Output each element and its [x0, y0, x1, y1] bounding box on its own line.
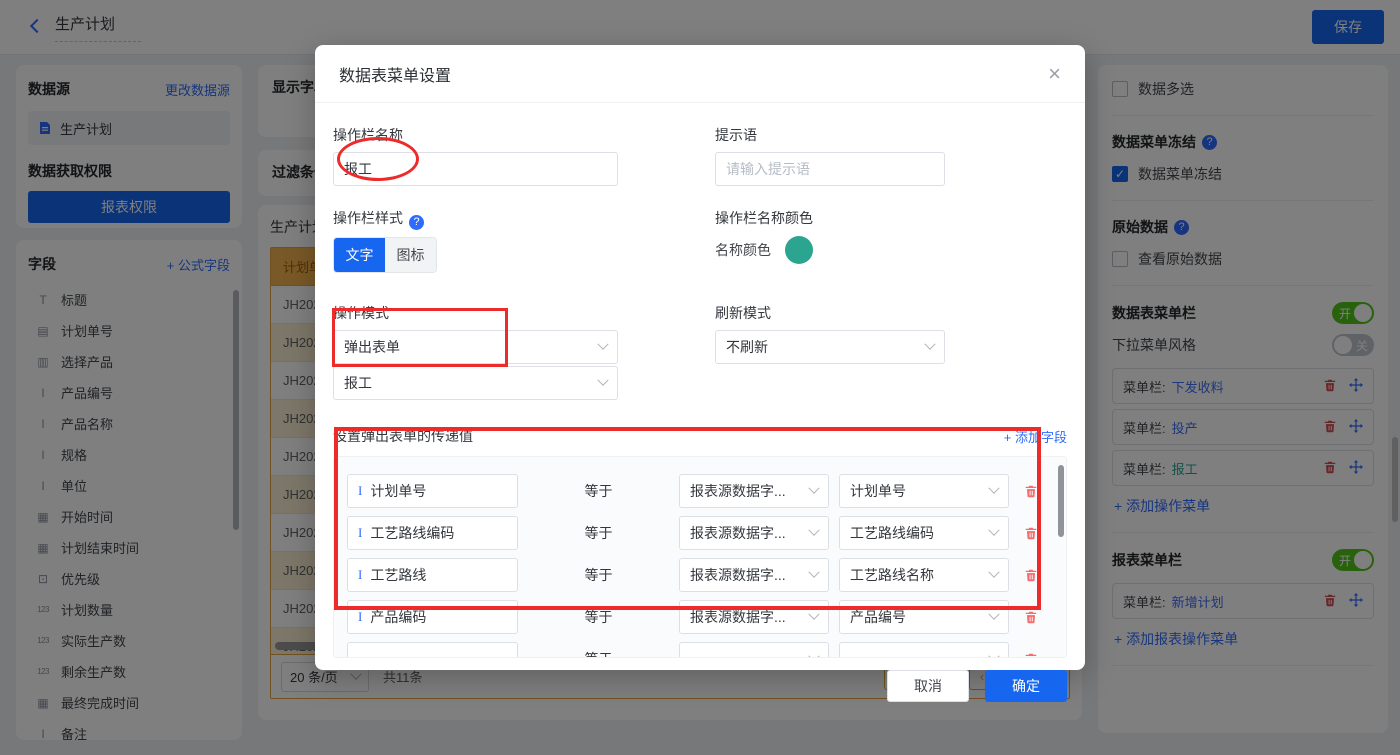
style-segmented-control: 文字 图标 [333, 237, 437, 273]
operator-label: 等于 [584, 483, 613, 499]
operator-label: 等于 [518, 649, 679, 657]
transfer-row: I 工艺路线编码 等于 报表源数据字... 工艺路线编码 [347, 512, 1066, 554]
close-icon[interactable]: × [1048, 62, 1061, 85]
color-name-label: 名称颜色 [715, 242, 771, 258]
cancel-button[interactable]: 取消 [887, 670, 969, 702]
chevron-down-icon [988, 608, 1000, 620]
transfer-source-select[interactable]: 报表源数据字... [679, 558, 829, 592]
action-name-input[interactable] [333, 152, 618, 186]
delete-row-icon[interactable] [1024, 568, 1038, 582]
mode-label: 操作模式 [333, 305, 389, 321]
transfer-source-select[interactable]: 报表源数据字... [679, 474, 829, 508]
transfer-field-name: 工艺路线编码 [370, 525, 455, 541]
transfer-source-select[interactable]: 报表源数据字... [679, 600, 829, 634]
transfer-scrollbar[interactable] [1058, 465, 1064, 537]
delete-row-icon[interactable] [1024, 526, 1038, 540]
delete-row-icon[interactable] [1024, 610, 1038, 624]
add-field-link[interactable]: + 添加字段 [1004, 427, 1067, 446]
delete-row-icon[interactable] [1024, 652, 1038, 657]
chevron-down-icon [597, 374, 609, 386]
transfer-field-name: 工艺路线 [370, 567, 427, 583]
text-type-icon: I [358, 483, 363, 498]
refresh-value: 不刷新 [726, 339, 768, 355]
chevron-down-icon [808, 482, 820, 494]
style-label: 操作栏样式 [333, 210, 403, 226]
transfer-source-select[interactable]: 报表源数据字... [679, 516, 829, 550]
chevron-down-icon [808, 524, 820, 536]
transfer-source-value: 报表源数据字... [690, 609, 786, 625]
transfer-field-name: 计划单号 [370, 483, 427, 499]
confirm-button[interactable]: 确定 [985, 670, 1067, 702]
transfer-row: I 工艺路线 等于 报表源数据字... 工艺路线名称 [347, 554, 1066, 596]
transfer-field-box[interactable]: I 计划单号 [347, 474, 518, 508]
chevron-down-icon [808, 650, 820, 657]
chevron-down-icon [924, 338, 936, 350]
transfer-source-value: 报表源数据字... [690, 525, 786, 541]
transfer-row: I 产品编码 等于 报表源数据字... 产品编号 [347, 596, 1066, 638]
transfer-rows-container: I 计划单号 等于 报表源数据字... 计划单号 I 工艺路线编码 等于 报表源数据字... 工艺… [333, 456, 1067, 658]
operator-label: 等于 [584, 609, 613, 625]
modal-title: 数据表菜单设置 [339, 67, 452, 85]
transfer-source-select[interactable] [679, 642, 829, 657]
transfer-source-value: 报表源数据字... [690, 483, 786, 499]
chevron-down-icon [808, 608, 820, 620]
operator-label: 等于 [584, 525, 613, 541]
transfer-value-select[interactable]: 计划单号 [839, 474, 1009, 508]
text-type-icon: I [358, 525, 363, 540]
tip-label: 提示语 [715, 127, 757, 143]
transfer-value: 工艺路线名称 [850, 567, 934, 583]
transfer-field-box[interactable]: I 工艺路线编码 [347, 516, 518, 550]
chevron-down-icon [988, 566, 1000, 578]
transfer-row: I 计划单号 等于 报表源数据字... 计划单号 [347, 470, 1066, 512]
name-label: 操作栏名称 [333, 127, 403, 143]
transfer-value: 工艺路线编码 [850, 525, 934, 541]
style-icon-option[interactable]: 图标 [385, 238, 436, 272]
chevron-down-icon [808, 566, 820, 578]
mode-sub-value: 报工 [344, 375, 372, 391]
transfer-value-select[interactable]: 产品编号 [839, 600, 1009, 634]
chevron-down-icon [988, 482, 1000, 494]
transfer-field-box[interactable]: I 工艺路线 [347, 558, 518, 592]
chevron-down-icon [988, 650, 1000, 657]
tip-input[interactable] [715, 152, 945, 186]
text-type-icon: I [358, 609, 363, 624]
transfer-field-box[interactable]: I 产品编码 [347, 600, 518, 634]
style-text-option[interactable]: 文字 [334, 238, 385, 272]
delete-row-icon[interactable] [1024, 484, 1038, 498]
transfer-label: 设置弹出表单的传递值 [333, 428, 473, 444]
transfer-value-select[interactable] [839, 642, 1009, 657]
menu-settings-modal: 数据表菜单设置 × 操作栏名称 提示语 操作栏样式? 文字 图标 操作栏名 [315, 45, 1085, 702]
transfer-field-box[interactable] [347, 642, 518, 657]
chevron-down-icon [988, 524, 1000, 536]
transfer-value-select[interactable]: 工艺路线名称 [839, 558, 1009, 592]
text-type-icon: I [358, 567, 363, 582]
transfer-row: 等于 [347, 638, 1066, 657]
mode-sub-select[interactable]: 报工 [333, 366, 618, 400]
color-swatch[interactable] [785, 236, 813, 264]
transfer-field-name: 产品编码 [370, 609, 427, 625]
transfer-value-select[interactable]: 工艺路线编码 [839, 516, 1009, 550]
color-label: 操作栏名称颜色 [715, 210, 813, 226]
help-icon[interactable]: ? [409, 215, 424, 230]
transfer-source-value: 报表源数据字... [690, 567, 786, 583]
mode-value: 弹出表单 [344, 339, 400, 355]
transfer-value: 计划单号 [850, 483, 906, 499]
refresh-select[interactable]: 不刷新 [715, 330, 945, 364]
refresh-label: 刷新模式 [715, 305, 771, 321]
mode-select[interactable]: 弹出表单 [333, 330, 618, 364]
operator-label: 等于 [584, 567, 613, 583]
transfer-value: 产品编号 [850, 609, 906, 625]
chevron-down-icon [597, 338, 609, 350]
